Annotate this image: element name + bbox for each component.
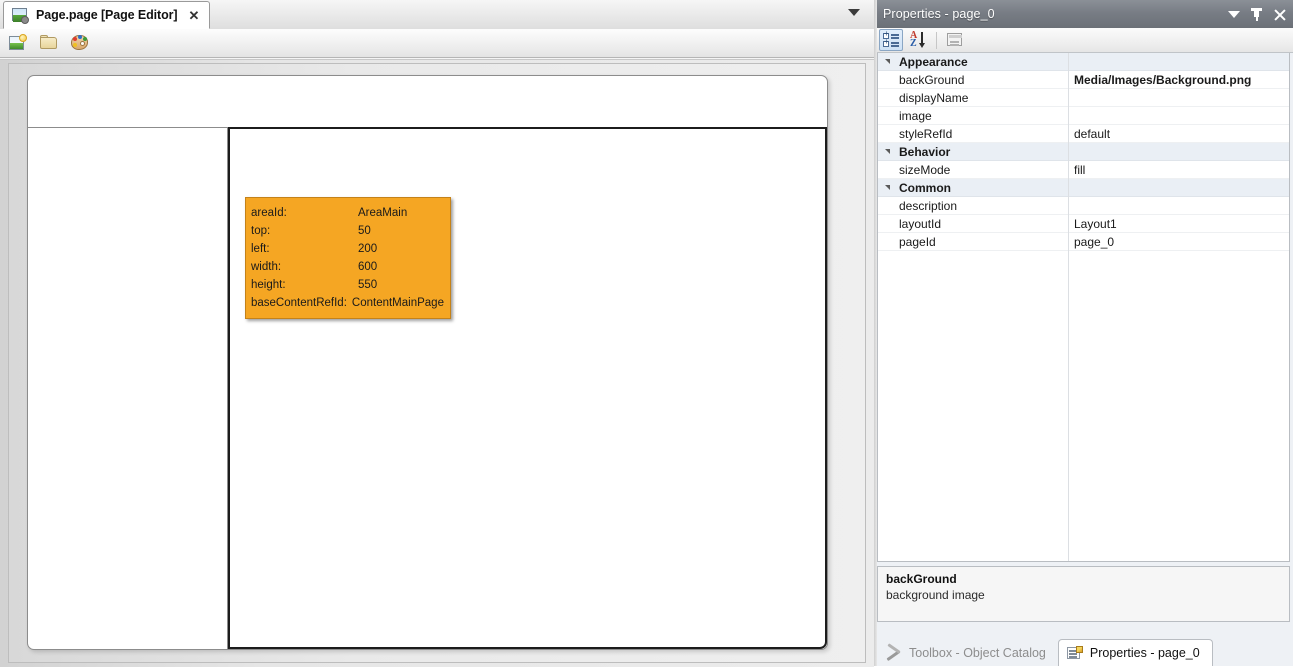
property-name: pageId (899, 234, 936, 249)
tooltip-value: 550 (358, 279, 378, 291)
chevron-down-icon[interactable] (1228, 10, 1240, 18)
category-label: Appearance (899, 54, 968, 69)
sort-az-icon[interactable]: AZ (906, 29, 930, 51)
page-surface[interactable] (27, 75, 828, 650)
area-tooltip: areaId: AreaMain top: 50 left: 200 width… (245, 197, 451, 319)
property-row[interactable]: styleRefId default (878, 125, 1289, 143)
design-canvas[interactable]: areaId: AreaMain top: 50 left: 200 width… (0, 59, 874, 667)
property-name: displayName (899, 90, 969, 105)
folder-icon[interactable] (39, 33, 59, 53)
tooltip-key: areaId: (251, 207, 287, 219)
property-category-row[interactable]: Common (878, 179, 1289, 197)
tooltip-row: top: 50 (251, 222, 444, 240)
description-title: backGround (886, 572, 957, 586)
tab-properties[interactable]: Properties - page_0 (1057, 639, 1213, 666)
property-row[interactable]: backGround Media/Images/Background.png (878, 71, 1289, 89)
toolbox-icon (886, 643, 902, 662)
property-row[interactable]: image (878, 107, 1289, 125)
property-name: image (899, 108, 932, 123)
property-row[interactable]: pageId page_0 (878, 233, 1289, 251)
area-side[interactable] (28, 128, 228, 649)
tab-close-icon[interactable]: ✕ (188, 9, 199, 22)
editor-tab-bar: Page.page [Page Editor] ✕ (0, 0, 874, 30)
tooltip-value: 50 (358, 225, 371, 237)
tab-page-editor[interactable]: Page.page [Page Editor] ✕ (3, 1, 211, 29)
property-value[interactable]: page_0 (1068, 235, 1289, 249)
tooltip-key: baseContentRefId: (251, 297, 347, 309)
pane-splitter[interactable] (874, 0, 877, 666)
palette-icon[interactable] (70, 33, 90, 53)
expand-triangle-icon[interactable] (885, 185, 890, 190)
tooltip-row: height: 550 (251, 276, 444, 294)
tooltip-key: left: (251, 243, 270, 255)
property-row[interactable]: sizeMode fill (878, 161, 1289, 179)
description-text: background image (886, 588, 985, 602)
tab-label: Page.page [Page Editor] (36, 8, 178, 22)
grid-column-divider[interactable] (1068, 53, 1069, 561)
tooltip-row: areaId: AreaMain (251, 204, 444, 222)
page-editor-icon (12, 7, 29, 24)
properties-icon (1066, 646, 1083, 660)
image-icon[interactable] (8, 33, 28, 53)
description-panel: backGround background image (877, 566, 1290, 622)
property-name: styleRefId (899, 126, 953, 141)
tooltip-key: top: (251, 225, 271, 237)
property-value[interactable]: fill (1068, 163, 1289, 177)
tooltip-row: width: 600 (251, 258, 444, 276)
property-name: sizeMode (899, 162, 951, 177)
tooltip-value: AreaMain (358, 207, 408, 219)
property-value[interactable]: Media/Images/Background.png (1068, 73, 1289, 87)
tooltip-row: left: 200 (251, 240, 444, 258)
property-pages-icon[interactable] (943, 29, 967, 51)
editor-pane: Page.page [Page Editor] ✕ areaId: AreaMa… (0, 0, 874, 667)
categorized-icon[interactable] (879, 29, 903, 51)
property-row[interactable]: displayName (878, 89, 1289, 107)
chevron-down-icon[interactable] (848, 9, 860, 16)
panel-tab-strip: Toolbox - Object Catalog Properties - pa… (874, 633, 1293, 666)
property-category-row[interactable]: Appearance (878, 53, 1289, 71)
canvas-inner: areaId: AreaMain top: 50 left: 200 width… (8, 63, 866, 663)
tab-label: Properties - page_0 (1089, 646, 1200, 660)
property-name: layoutId (899, 216, 942, 231)
tooltip-value: ContentMainPage (351, 297, 444, 309)
toolbar-separator (936, 31, 937, 49)
property-name: description (899, 198, 958, 213)
expand-triangle-icon[interactable] (885, 149, 890, 154)
close-icon[interactable] (1273, 8, 1286, 21)
tab-label: Toolbox - Object Catalog (909, 645, 1046, 660)
pin-icon[interactable] (1251, 7, 1262, 21)
property-value[interactable]: default (1068, 127, 1289, 141)
property-category-row[interactable]: Behavior (878, 143, 1289, 161)
properties-toolbar: AZ (874, 28, 1293, 53)
tooltip-key: width: (251, 261, 282, 273)
tooltip-value: 600 (358, 261, 378, 273)
properties-title: Properties - page_0 (883, 7, 995, 21)
property-value[interactable]: Layout1 (1068, 217, 1289, 231)
property-name: backGround (899, 72, 965, 87)
property-row[interactable]: layoutId Layout1 (878, 215, 1289, 233)
property-row[interactable]: description (878, 197, 1289, 215)
editor-toolbar (0, 29, 874, 58)
tab-toolbox-object-catalog[interactable]: Toolbox - Object Catalog (878, 639, 1058, 666)
page-editor-window: Page.page [Page Editor] ✕ areaId: AreaMa… (0, 0, 1293, 667)
tooltip-row: baseContentRefId: ContentMainPage (251, 294, 444, 312)
expand-triangle-icon[interactable] (885, 59, 890, 64)
tooltip-value: 200 (358, 243, 378, 255)
properties-pane: Properties - page_0 AZ (874, 0, 1293, 666)
properties-title-bar: Properties - page_0 (874, 0, 1293, 28)
area-header[interactable] (28, 76, 827, 128)
title-bar-buttons (1228, 0, 1286, 28)
tooltip-key: height: (251, 279, 286, 291)
properties-grid[interactable]: Appearance backGround Media/Images/Backg… (877, 53, 1290, 562)
